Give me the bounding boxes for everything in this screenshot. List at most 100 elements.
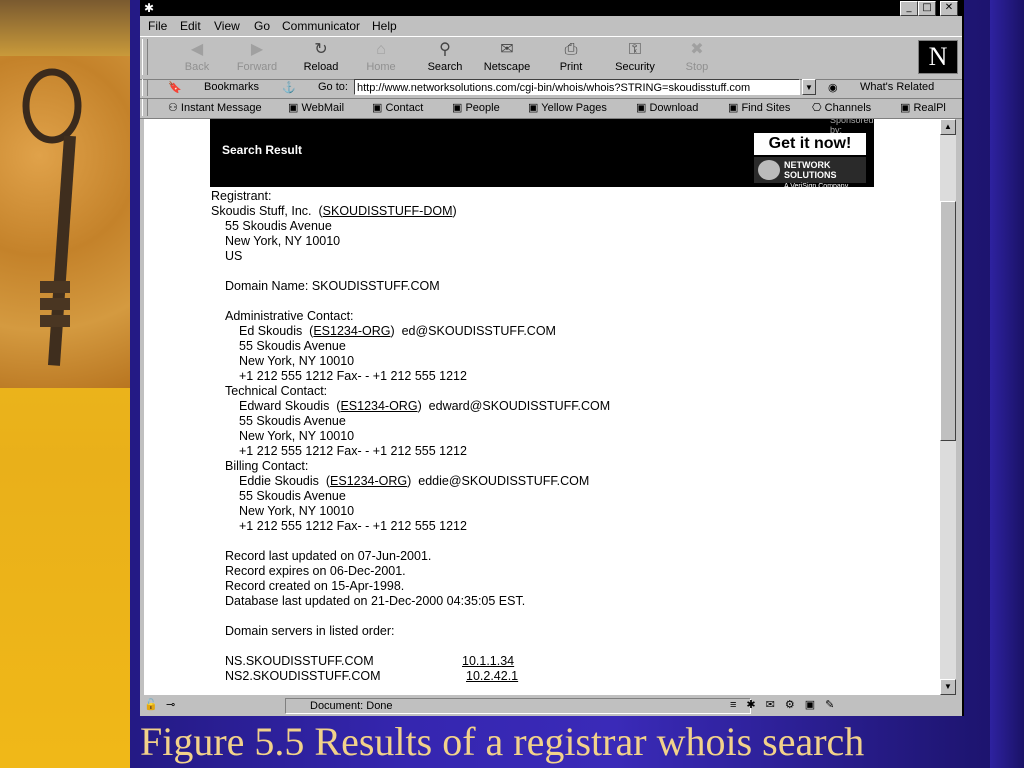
registrant-address-2: New York, NY 10010 bbox=[225, 234, 341, 248]
ns2-ip-link[interactable]: 10.2.42.1 bbox=[466, 669, 518, 683]
globe-icon bbox=[758, 160, 780, 180]
search-result-banner: Sponsored by: Search Result Get it now! … bbox=[210, 119, 874, 190]
personal-item-yellow-pages[interactable]: ▣ Yellow Pages bbox=[528, 101, 607, 114]
admin-contact-label: Administrative Contact: bbox=[225, 309, 354, 323]
navigation-toolbar: ◀ Back ▶ Forward ↻ Reload ⌂ Home ⚲ Search ✉ Ne… bbox=[140, 36, 962, 80]
network-solutions-logo[interactable]: NETWORK SOLUTIONS A VeriSign Company bbox=[754, 157, 866, 190]
realplayer-label: RealPl bbox=[913, 102, 946, 114]
status-bar: 🔓 ⊸ Document: Done ≡✱✉⚙▣✎ bbox=[140, 696, 962, 716]
title-bar: ✱ _ □ ✕ bbox=[140, 0, 962, 16]
stop-button[interactable]: ✖ Stop bbox=[668, 39, 726, 73]
search-button[interactable]: ⚲ Search bbox=[416, 39, 474, 73]
tech-address-1: 55 Skoudis Avenue bbox=[239, 414, 346, 428]
personal-item-realplayer[interactable]: ▣ RealPl bbox=[900, 101, 946, 114]
stop-label: Stop bbox=[685, 61, 709, 73]
component-bar-icons[interactable]: ≡✱✉⚙▣✎ bbox=[730, 698, 844, 711]
domain-servers-label: Domain servers in listed order: bbox=[225, 624, 395, 638]
scroll-down-button[interactable]: ▼ bbox=[940, 679, 956, 695]
record-expires: Record expires on 06-Dec-2001. bbox=[225, 564, 406, 578]
billing-contact-line: Eddie Skoudis (ES1234-ORG) eddie@SKOUDIS… bbox=[239, 474, 589, 488]
billing-handle-link[interactable]: ES1234-ORG bbox=[330, 474, 407, 488]
lock-icon: ⚿ bbox=[628, 41, 642, 58]
minimize-button[interactable]: _ bbox=[900, 1, 918, 16]
goto-label: Go to: bbox=[318, 81, 348, 93]
menu-go[interactable]: Go bbox=[254, 19, 270, 33]
menu-edit[interactable]: Edit bbox=[180, 19, 201, 33]
netscape-window-icon: ✱ bbox=[144, 1, 155, 15]
close-button[interactable]: ✕ bbox=[940, 1, 958, 16]
search-icon: ⚲ bbox=[439, 41, 451, 58]
find-sites-label: Find Sites bbox=[741, 102, 791, 114]
reload-button[interactable]: ↻ Reload bbox=[292, 39, 350, 73]
tech-handle-link[interactable]: ES1234-ORG bbox=[340, 399, 417, 413]
personal-item-download[interactable]: ▣ Download bbox=[636, 101, 698, 114]
personal-item-webmail[interactable]: ▣ WebMail bbox=[288, 101, 344, 114]
print-icon: ⎙ bbox=[564, 41, 578, 58]
security-button[interactable]: ⚿ Security bbox=[606, 39, 664, 73]
status-text: Document: Done bbox=[285, 698, 751, 714]
personal-toolbar: ⚇ Instant Message ▣ WebMail ▣ Contact ▣ … bbox=[140, 98, 962, 119]
forward-button[interactable]: ▶ Forward bbox=[228, 39, 286, 73]
billing-address-2: New York, NY 10010 bbox=[239, 504, 355, 518]
registrant-line: Skoudis Stuff, Inc. (SKOUDISSTUFF-DOM) bbox=[211, 204, 457, 218]
back-label: Back bbox=[184, 61, 210, 73]
personal-item-channels[interactable]: ⎔ Channels bbox=[812, 101, 871, 114]
toolbar-grip[interactable] bbox=[142, 39, 148, 75]
ns2-name: NS2.SKOUDISSTUFF.COM bbox=[225, 669, 381, 683]
registrant-handle-link[interactable]: SKOUDISSTUFF-DOM bbox=[323, 204, 453, 218]
domain-name: Domain Name: SKOUDISSTUFF.COM bbox=[225, 279, 440, 293]
personal-item-people[interactable]: ▣ People bbox=[452, 101, 500, 114]
netscape-button[interactable]: ✉ Netscape bbox=[478, 39, 536, 73]
url-dropdown-button[interactable]: ▼ bbox=[802, 79, 816, 95]
billing-name: Eddie Skoudis ( bbox=[239, 474, 331, 488]
personal-item-instant-message[interactable]: ⚇ Instant Message bbox=[168, 101, 262, 114]
menu-help[interactable]: Help bbox=[372, 19, 397, 33]
billing-contact-label: Billing Contact: bbox=[225, 459, 309, 473]
location-url-input[interactable]: http://www.networksolutions.com/cgi-bin/… bbox=[354, 79, 800, 95]
menu-file[interactable]: File bbox=[148, 19, 167, 33]
forward-arrow-icon: ▶ bbox=[250, 41, 264, 58]
key-image bbox=[0, 56, 130, 388]
print-button[interactable]: ⎙ Print bbox=[542, 39, 600, 73]
reload-label: Reload bbox=[303, 61, 339, 73]
admin-email: ) ed@SKOUDISSTUFF.COM bbox=[390, 324, 556, 338]
bookmarks-button[interactable]: Bookmarks bbox=[204, 81, 259, 93]
personal-item-contact[interactable]: ▣ Contact bbox=[372, 101, 423, 114]
browser-window: ✱ _ □ ✕ File Edit View Go Communicator H… bbox=[140, 0, 964, 716]
key-icon bbox=[22, 68, 82, 366]
ns-tagline: A VeriSign Company bbox=[784, 183, 849, 190]
get-it-now-button[interactable]: Get it now! bbox=[754, 133, 866, 155]
print-label: Print bbox=[559, 61, 583, 73]
figure-caption: Figure 5.5 Results of a registrar whois … bbox=[140, 719, 865, 764]
maximize-button[interactable]: □ bbox=[918, 1, 936, 16]
admin-handle-link[interactable]: ES1234-ORG bbox=[313, 324, 390, 338]
connection-icon: ⊸ bbox=[166, 699, 176, 711]
location-grip[interactable] bbox=[142, 79, 148, 96]
scroll-thumb[interactable] bbox=[940, 201, 956, 441]
page-proxy-icon[interactable]: ⚓ bbox=[282, 81, 296, 94]
home-button[interactable]: ⌂ Home bbox=[352, 39, 410, 73]
home-icon: ⌂ bbox=[376, 41, 386, 58]
whats-related-button[interactable]: What's Related bbox=[860, 81, 934, 93]
personal-item-find-sites[interactable]: ▣ Find Sites bbox=[728, 101, 790, 114]
menu-communicator[interactable]: Communicator bbox=[282, 19, 360, 33]
scroll-up-button[interactable]: ▲ bbox=[940, 119, 956, 135]
admin-name: Ed Skoudis ( bbox=[239, 324, 314, 338]
netscape-icon: ✉ bbox=[500, 41, 514, 58]
personal-grip[interactable] bbox=[142, 99, 148, 116]
vertical-scrollbar[interactable]: ▲ ▼ bbox=[940, 119, 956, 695]
tech-address-2: New York, NY 10010 bbox=[239, 429, 355, 443]
ns1-ip-link[interactable]: 10.1.1.34 bbox=[462, 654, 514, 668]
security-status-icon[interactable]: 🔓 bbox=[144, 698, 158, 711]
admin-address-1: 55 Skoudis Avenue bbox=[239, 339, 346, 353]
home-label: Home bbox=[366, 61, 396, 73]
netscape-logo[interactable]: N bbox=[918, 40, 958, 74]
menu-bar: File Edit View Go Communicator Help bbox=[140, 16, 962, 36]
menu-view[interactable]: View bbox=[214, 19, 240, 33]
registrant-label: Registrant: bbox=[211, 189, 272, 203]
back-arrow-icon: ◀ bbox=[190, 41, 204, 58]
whats-related-icon: ◉ bbox=[828, 82, 838, 94]
slide-right-bar bbox=[990, 0, 1024, 768]
left-strip-band bbox=[0, 0, 130, 56]
back-button[interactable]: ◀ Back bbox=[168, 39, 226, 73]
